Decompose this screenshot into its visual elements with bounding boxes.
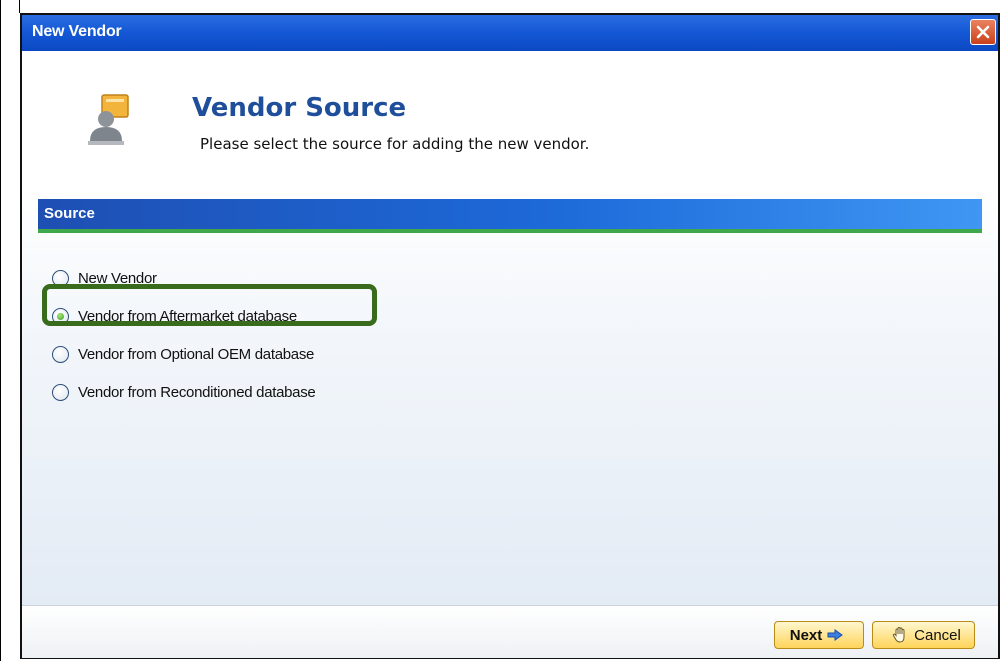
next-button[interactable]: Next bbox=[774, 621, 864, 649]
next-label: Next bbox=[789, 626, 823, 644]
radio-button[interactable] bbox=[52, 383, 69, 401]
selection-highlight bbox=[42, 284, 377, 326]
window-title: New Vendor bbox=[32, 23, 122, 40]
close-icon bbox=[976, 25, 990, 39]
new-vendor-dialog: New Vendor Vendor Source Please select t… bbox=[20, 13, 1000, 659]
section-header: Source bbox=[38, 199, 982, 233]
outer-frame-corner bbox=[0, 0, 20, 13]
arrow-right-icon bbox=[827, 629, 844, 641]
dialog-header: Vendor Source Please select the source f… bbox=[22, 51, 998, 186]
dialog-body: Source New Vendor Vendor from Aftermarke… bbox=[22, 185, 998, 605]
radio-button[interactable] bbox=[52, 345, 69, 363]
cancel-button[interactable]: Cancel bbox=[872, 621, 975, 649]
radio-label: Vendor from Optional OEM database bbox=[78, 345, 315, 363]
section-label: Source bbox=[44, 205, 95, 222]
cancel-label: Cancel bbox=[914, 626, 961, 644]
title-bar[interactable]: New Vendor bbox=[22, 15, 998, 51]
radio-reconditioned[interactable]: Vendor from Reconditioned database bbox=[52, 373, 316, 411]
vendor-card-icon bbox=[88, 94, 129, 145]
header-subtitle: Please select the source for adding the … bbox=[200, 135, 590, 153]
header-title: Vendor Source bbox=[192, 93, 407, 123]
radio-optional-oem[interactable]: Vendor from Optional OEM database bbox=[52, 335, 315, 373]
hand-icon bbox=[892, 626, 905, 643]
close-button[interactable] bbox=[970, 19, 996, 45]
source-radio-group: New Vendor Vendor from Aftermarket datab… bbox=[52, 259, 316, 411]
dialog-footer: Next Cancel bbox=[22, 605, 998, 658]
outer-frame-line bbox=[0, 0, 1, 661]
radio-label: Vendor from Reconditioned database bbox=[78, 383, 316, 401]
